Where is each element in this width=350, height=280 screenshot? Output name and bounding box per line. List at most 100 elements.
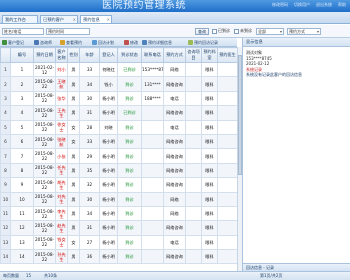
table-cell xyxy=(141,205,164,222)
table-cell: 眼科 xyxy=(201,105,218,121)
checkbox-box[interactable] xyxy=(234,28,239,34)
table-row[interactable]: 11 11 2015-08-22 李先生男 34 杨小明 到诊 网络 眼科 xyxy=(0,205,237,222)
column-header[interactable]: 咨询项目 xyxy=(185,47,202,63)
status-select[interactable]: 全部 ▾ xyxy=(256,28,284,35)
column-header[interactable]: 预约医生 xyxy=(217,47,237,63)
table-row[interactable]: 9 9 2015-08-22 胡先生男 32 杨小明 到诊 网络咨询 眼科 xyxy=(0,177,237,193)
table-cell: 杨小明 xyxy=(99,148,118,164)
table-cell xyxy=(217,191,237,207)
close-icon[interactable]: × xyxy=(107,16,110,23)
appointment-grid: 编号 预约日期 客户名称 性别 年龄 登记人 到诊状态 联系电话 预约方式 咨询项目 预约科室 预约医… xyxy=(0,47,237,271)
table-cell: 11 xyxy=(10,205,34,222)
table-cell xyxy=(141,191,164,207)
tab-workbench[interactable]: 我的工作台 xyxy=(2,15,38,23)
table-row[interactable]: 4 4 2015-08-22 王先生男 31 杨小明 已到诊 网络咨询 眼科 xyxy=(0,105,237,121)
appointment-detail-button[interactable]: 预约详细信息 xyxy=(142,39,172,46)
column-header[interactable]: 客户名称 xyxy=(55,47,68,63)
follow-up-record-button[interactable]: 预约回访记录 xyxy=(188,39,218,46)
table-cell: 电话 xyxy=(163,119,186,135)
table-cell: 2015-08-22 xyxy=(33,76,56,92)
table-cell: 2015-08-22 xyxy=(33,177,56,193)
table-row[interactable]: 10 10 2015-08-22 刘先生男 30 杨小明 到诊 网络 眼科 xyxy=(0,191,237,207)
table-cell xyxy=(185,220,202,236)
header-link-change-password[interactable]: 修改密码 xyxy=(272,2,288,8)
view-appointment-button[interactable]: 查看预约 xyxy=(60,39,82,46)
table-cell: 女 xyxy=(67,119,80,135)
column-header[interactable]: 联系电话 xyxy=(141,47,164,63)
header-link-help[interactable]: 帮助 xyxy=(338,2,346,8)
table-cell: 4 xyxy=(10,105,34,121)
table-row[interactable]: 13 13 2015-08-22 钱女士女 27 杨小明 到诊 电话 眼科 xyxy=(0,234,237,251)
tab-appointment-info[interactable]: 预约信息 × xyxy=(80,15,112,23)
table-row[interactable]: 8 8 2015-08-22 任先生男 35 杨小明 到诊 网络咨询 眼科 xyxy=(0,162,237,179)
table-row[interactable]: 7 7 2015-08-22 小张男 29 杨小明 到诊 网络咨询 眼科 xyxy=(0,148,237,164)
table-cell xyxy=(141,148,164,164)
column-header[interactable]: 编号 xyxy=(10,47,34,63)
view-icon xyxy=(60,40,65,45)
table-cell: 杨小明 xyxy=(99,220,118,236)
register-client-button[interactable]: 客户登记 xyxy=(2,39,24,46)
arrived-checkbox[interactable]: 已到诊 xyxy=(212,28,230,34)
column-header[interactable]: 性别 xyxy=(67,47,80,63)
table-cell xyxy=(185,119,202,135)
table-row[interactable]: 12 12 2015-08-22 赵先生男 31 杨小明 到诊 网络咨询 眼科 xyxy=(0,220,237,236)
table-cell xyxy=(141,234,164,251)
table-row[interactable]: 3 3 2015-08-22 张华男 30 杨小明 到诊 188**** 电话 眼科 xyxy=(0,90,237,107)
edit-icon xyxy=(124,40,129,45)
table-cell: 电话 xyxy=(163,90,186,107)
table-cell: 到诊 xyxy=(117,205,142,222)
page-size-value[interactable]: 15 xyxy=(26,272,31,280)
table-cell: 李先生 xyxy=(55,205,68,222)
table-cell: 13 xyxy=(10,234,34,251)
table-cell: 赵先生 xyxy=(55,220,68,236)
header-link-logout[interactable]: 退出系统 xyxy=(316,2,332,8)
page-indicator[interactable]: 第1页/共2页 xyxy=(260,272,282,280)
edit-button[interactable]: 修改 xyxy=(124,39,138,46)
table-cell: 到诊 xyxy=(117,90,142,107)
detail-icon xyxy=(142,40,147,45)
column-header[interactable]: 登记人 xyxy=(99,47,118,63)
query-button[interactable]: 查询 xyxy=(195,28,209,35)
table-cell: 杨小明 xyxy=(99,177,118,193)
table-cell: 眼科 xyxy=(201,249,218,265)
table-cell xyxy=(185,249,202,265)
tab-booked-clients[interactable]: 已预约客户 × xyxy=(40,15,78,23)
table-row[interactable]: 112021-02-12刘小男33何晓红已到诊153****8745网络眼科 xyxy=(0,61,237,78)
follow-up-plan-button[interactable]: 回访计划 xyxy=(92,39,114,46)
table-cell xyxy=(185,148,202,164)
select-value: 全部 xyxy=(258,29,266,34)
column-header[interactable]: 预约日期 xyxy=(33,47,56,63)
page-size-label: 每页数量 xyxy=(3,273,19,278)
table-cell: 网络 xyxy=(163,61,186,78)
consultant-button[interactable]: 咨询师 xyxy=(34,39,52,46)
table-cell xyxy=(185,61,202,78)
column-header[interactable]: 预约方式 xyxy=(163,47,186,63)
not-arrived-checkbox[interactable]: 未到诊 xyxy=(234,28,252,34)
table-cell xyxy=(217,220,237,236)
date-input[interactable]: 预约时间 xyxy=(46,28,90,35)
row-number: 2 xyxy=(0,76,11,92)
table-cell xyxy=(185,133,202,150)
checkbox-box[interactable] xyxy=(212,28,217,34)
table-cell xyxy=(141,177,164,193)
table-cell: 36 xyxy=(79,249,100,265)
column-header[interactable]: 预约科室 xyxy=(201,47,218,63)
close-icon[interactable]: × xyxy=(73,16,76,23)
table-row[interactable]: 5 5 2015-08-22 徐女士女 28 刘晓 到诊 电话 眼科 xyxy=(0,119,237,135)
panel-footer: 回访信息 - 记录 xyxy=(243,263,350,271)
sort-select[interactable]: 预约方式 ▾ xyxy=(287,28,321,35)
column-header[interactable]: 年龄 xyxy=(79,47,100,63)
table-row[interactable]: 14 14 2015-08-22 孙先生男 36 杨小明 到诊 网络咨询 眼科 xyxy=(0,249,237,265)
table-row[interactable]: 6 6 2015-08-22 张晓航女 33 杨小明 到诊 网络咨询 眼科 xyxy=(0,133,237,150)
table-row[interactable]: 2 2 2015-08-22 王晓航男 34 钱小 到诊 131**** 网络咨询 眼科 xyxy=(0,76,237,92)
table-cell xyxy=(217,148,237,164)
table-cell: 男 xyxy=(67,162,80,179)
table-cell: 杨小明 xyxy=(99,249,118,265)
table-cell: 男 xyxy=(67,61,80,78)
header-link-switch-user[interactable]: 切换用户 xyxy=(294,2,310,8)
name-phone-input[interactable]: 姓名/电话 xyxy=(2,28,44,35)
table-cell: 到诊 xyxy=(117,249,142,265)
column-header[interactable]: 到诊状态 xyxy=(117,47,142,63)
add-icon xyxy=(2,40,7,45)
table-cell: 2015-08-22 xyxy=(33,105,56,121)
